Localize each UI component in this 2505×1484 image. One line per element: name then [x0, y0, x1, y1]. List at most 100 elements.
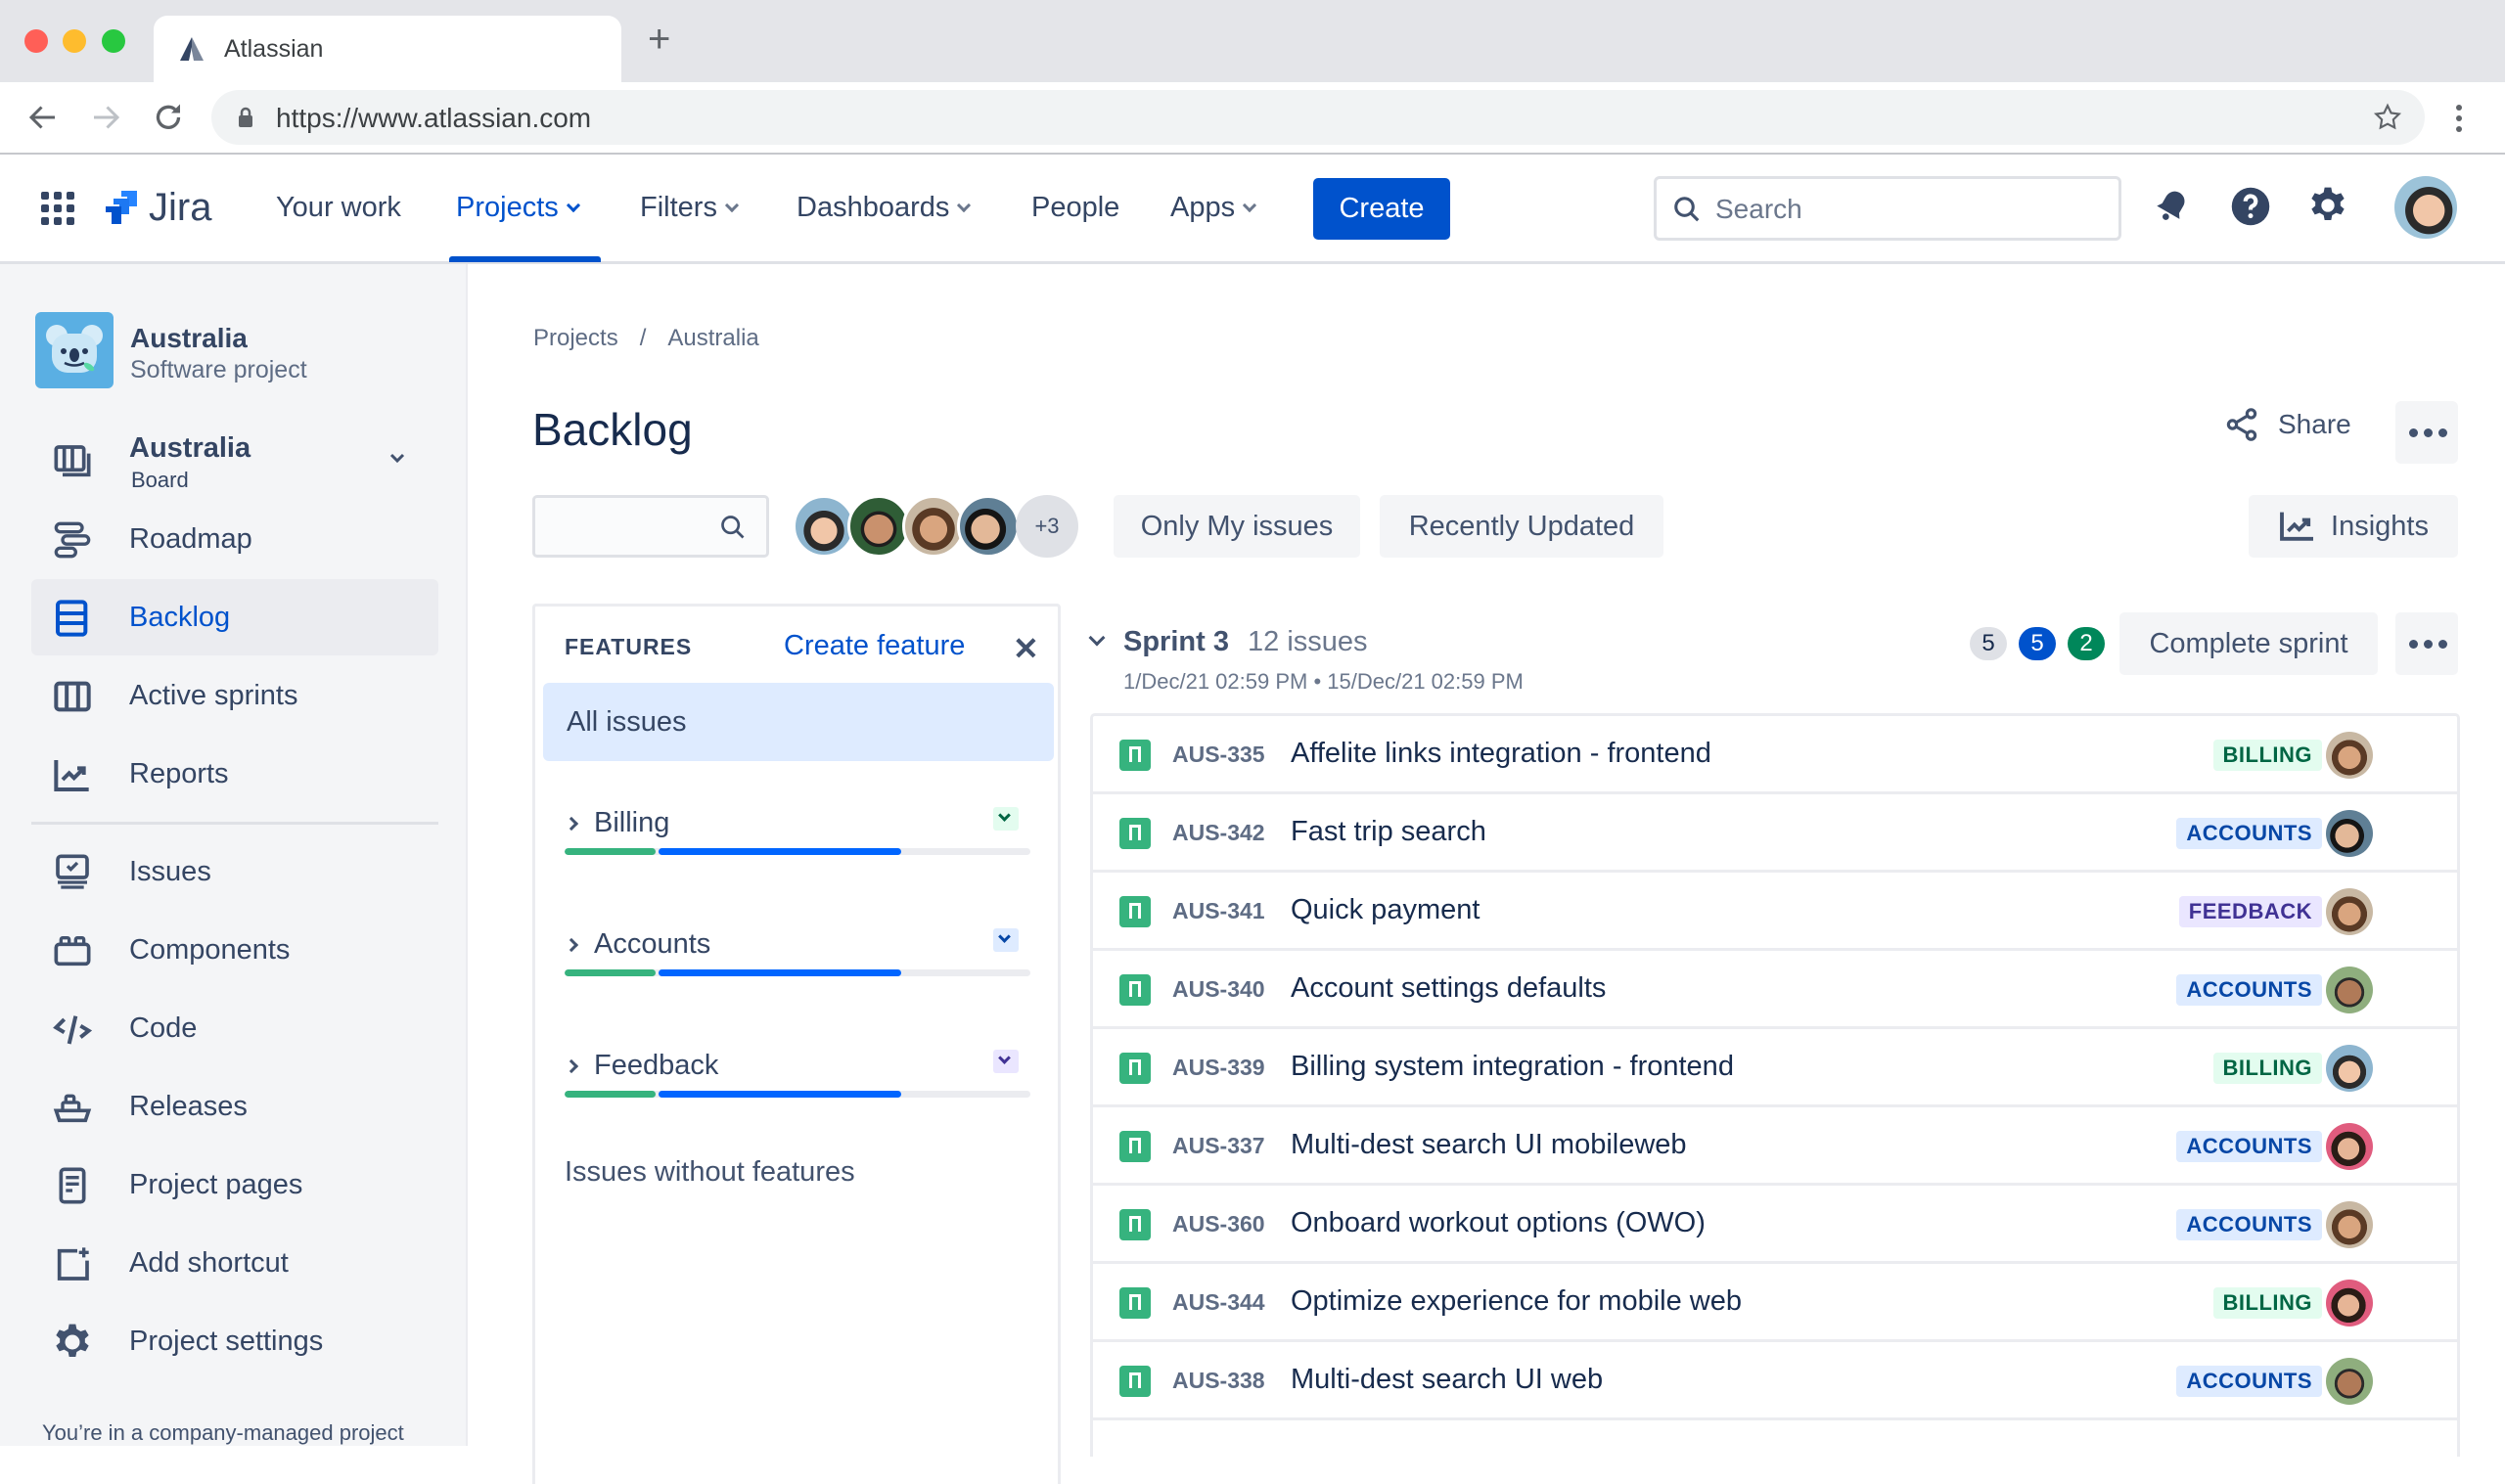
nav-your-work[interactable]: Your work — [276, 192, 401, 224]
forward-icon[interactable] — [88, 100, 123, 135]
assignee-avatar[interactable] — [2326, 1123, 2373, 1170]
issue-summary[interactable]: Multi-dest search UI web — [1291, 1364, 1603, 1396]
create-button[interactable]: Create — [1313, 178, 1450, 240]
collapse-sprint-icon[interactable] — [1088, 629, 1106, 647]
notifications-icon[interactable] — [2153, 186, 2192, 225]
issue-summary[interactable]: Optimize experience for mobile web — [1291, 1285, 1742, 1318]
sidebar-board-switcher[interactable]: Australia Board — [31, 423, 438, 499]
settings-icon[interactable] — [2308, 186, 2347, 225]
app-switcher-icon[interactable] — [41, 192, 74, 225]
nav-people[interactable]: People — [1031, 192, 1119, 224]
assignee-avatar[interactable] — [2326, 888, 2373, 935]
sidebar-item-project-settings[interactable]: Project settings — [31, 1303, 438, 1379]
create-feature-link[interactable]: Create feature — [784, 630, 965, 662]
bookmark-star-icon[interactable] — [2372, 102, 2403, 133]
issue-row[interactable]: AUS-342 Fast trip search ACCOUNTS — [1093, 794, 2457, 873]
issue-row[interactable]: AUS-338 Multi-dest search UI web ACCOUNTS — [1093, 1342, 2457, 1420]
issue-key[interactable]: AUS-341 — [1172, 898, 1265, 924]
more-actions-button[interactable] — [2395, 401, 2458, 464]
url-text[interactable]: https://www.atlassian.com — [276, 103, 591, 134]
sidebar-item-releases[interactable]: Releases — [31, 1068, 438, 1145]
issue-key[interactable]: AUS-335 — [1172, 742, 1265, 768]
issue-row[interactable]: AUS-340 Account settings defaults ACCOUNTS — [1093, 951, 2457, 1029]
address-bar[interactable]: https://www.atlassian.com — [211, 90, 2425, 145]
sidebar-item-backlog[interactable]: Backlog — [31, 579, 438, 655]
issue-summary[interactable]: Onboard workout options (OWO) — [1291, 1207, 1706, 1239]
nav-projects[interactable]: Projects — [456, 192, 580, 224]
browser-tab[interactable]: Atlassian — [154, 16, 621, 82]
sidebar-item-add-shortcut[interactable]: Add shortcut — [31, 1225, 438, 1301]
sidebar-item-reports[interactable]: Reports — [31, 736, 438, 812]
sidebar-item-roadmap[interactable]: Roadmap — [31, 501, 438, 577]
nav-dashboards[interactable]: Dashboards — [797, 192, 972, 224]
issue-key[interactable]: AUS-338 — [1172, 1368, 1265, 1394]
expand-chevron-icon[interactable] — [564, 1058, 579, 1074]
assignee-avatar[interactable] — [2326, 1045, 2373, 1092]
share-button[interactable]: Share — [2223, 406, 2351, 443]
jira-logo[interactable]: Jira — [102, 186, 211, 230]
close-icon[interactable]: ✕ — [1013, 630, 1039, 667]
assignee-avatar[interactable] — [2326, 1358, 2373, 1405]
browser-menu-icon[interactable] — [2454, 104, 2464, 133]
help-icon[interactable] — [2230, 186, 2271, 227]
assignee-filter-avatar[interactable] — [847, 495, 910, 558]
breadcrumb-projects[interactable]: Projects — [533, 325, 618, 351]
sidebar-item-project-pages[interactable]: Project pages — [31, 1147, 438, 1223]
new-tab-button[interactable]: + — [648, 20, 670, 59]
issue-key[interactable]: AUS-340 — [1172, 976, 1265, 1003]
assignee-avatar[interactable] — [2326, 810, 2373, 857]
issue-row[interactable]: AUS-337 Multi-dest search UI mobileweb ACC… — [1093, 1107, 2457, 1186]
issue-summary[interactable]: Affelite links integration - frontend — [1291, 738, 1711, 770]
issue-summary[interactable]: Account settings defaults — [1291, 972, 1606, 1005]
more-assignees-button[interactable]: +3 — [1016, 495, 1078, 558]
only-my-issues-filter[interactable]: Only My issues — [1114, 495, 1360, 558]
assignee-avatar[interactable] — [2326, 732, 2373, 779]
issue-row[interactable]: AUS-335 Affelite links integration - fron… — [1093, 716, 2457, 794]
expand-chevron-icon[interactable] — [564, 937, 579, 953]
issue-key[interactable]: AUS-360 — [1172, 1211, 1265, 1237]
assignee-avatar[interactable] — [2326, 967, 2373, 1013]
issue-summary[interactable]: Billing system integration - frontend — [1291, 1051, 1734, 1083]
all-issues-item[interactable]: All issues — [543, 683, 1054, 761]
insights-button[interactable]: Insights — [2249, 495, 2458, 558]
feature-item-billing[interactable]: Billing — [564, 805, 1032, 903]
sidebar-item-code[interactable]: Code — [31, 990, 438, 1066]
issue-row[interactable]: AUS-339 Billing system integration - fron… — [1093, 1029, 2457, 1107]
assignee-filter-avatar[interactable] — [957, 495, 1020, 558]
expand-chevron-icon[interactable] — [564, 816, 579, 832]
sprint-more-button[interactable] — [2395, 612, 2458, 675]
issue-key[interactable]: AUS-342 — [1172, 820, 1265, 846]
issue-summary[interactable]: Quick payment — [1291, 894, 1480, 926]
maximize-window-button[interactable] — [102, 29, 125, 53]
assignee-avatar[interactable] — [2326, 1201, 2373, 1248]
issue-key[interactable]: AUS-337 — [1172, 1133, 1265, 1159]
issue-summary[interactable]: Multi-dest search UI mobileweb — [1291, 1129, 1687, 1161]
sidebar-item-issues[interactable]: Issues — [31, 833, 438, 910]
back-icon[interactable] — [25, 100, 61, 135]
feature-toggle[interactable] — [993, 928, 1019, 952]
minimize-window-button[interactable] — [63, 29, 86, 53]
feature-item-accounts[interactable]: Accounts — [564, 926, 1032, 1024]
assignee-filter-avatar[interactable] — [902, 495, 965, 558]
nav-filters[interactable]: Filters — [640, 192, 740, 224]
feature-toggle[interactable] — [993, 807, 1019, 831]
issue-key[interactable]: AUS-339 — [1172, 1055, 1265, 1081]
breadcrumb-australia[interactable]: Australia — [667, 325, 758, 351]
feature-toggle[interactable] — [993, 1050, 1019, 1073]
reload-icon[interactable] — [151, 100, 186, 135]
close-window-button[interactable] — [24, 29, 48, 53]
project-avatar-koala-icon[interactable] — [35, 312, 114, 388]
nav-apps[interactable]: Apps — [1170, 192, 1257, 224]
backlog-search-input[interactable] — [532, 495, 769, 558]
assignee-avatar[interactable] — [2326, 1280, 2373, 1327]
issue-key[interactable]: AUS-344 — [1172, 1289, 1265, 1316]
recently-updated-filter[interactable]: Recently Updated — [1380, 495, 1663, 558]
issue-row[interactable]: AUS-344 Optimize experience for mobile we… — [1093, 1264, 2457, 1342]
issues-without-features-item[interactable]: Issues without features — [565, 1156, 855, 1189]
feature-item-feedback[interactable]: Feedback — [564, 1048, 1032, 1146]
issue-row[interactable]: AUS-341 Quick payment FEEDBACK — [1093, 873, 2457, 951]
sidebar-item-components[interactable]: Components — [31, 912, 438, 988]
global-search-input[interactable]: Search — [1654, 176, 2121, 241]
user-avatar[interactable] — [2394, 176, 2457, 239]
sidebar-item-active-sprints[interactable]: Active sprints — [31, 657, 438, 734]
